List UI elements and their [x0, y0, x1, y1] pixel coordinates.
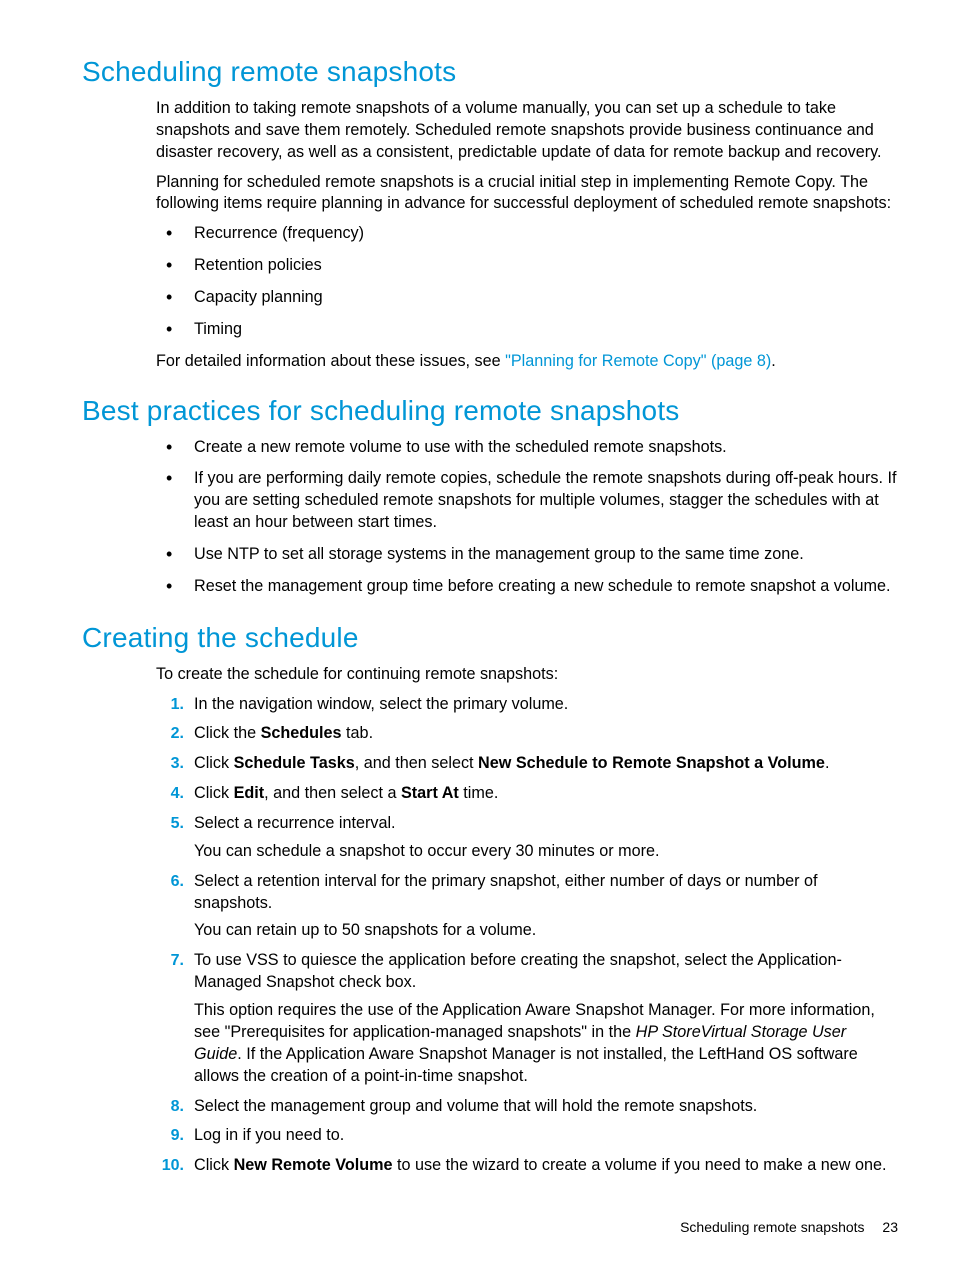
footer-title: Scheduling remote snapshots	[680, 1219, 864, 1235]
step-text: Click Schedule Tasks, and then select Ne…	[194, 754, 829, 772]
step-item: 3. Click Schedule Tasks, and then select…	[156, 753, 898, 775]
text: Click the	[194, 724, 261, 742]
text: For detailed information about these iss…	[156, 352, 505, 370]
step-number: 5.	[156, 813, 184, 835]
step-item: 10. Click New Remote Volume to use the w…	[156, 1155, 898, 1177]
text: Click	[194, 784, 234, 802]
step-item: 9. Log in if you need to.	[156, 1125, 898, 1147]
heading-scheduling-remote-snapshots: Scheduling remote snapshots	[82, 56, 898, 88]
step-text: Click the Schedules tab.	[194, 724, 373, 742]
bold: Edit	[234, 784, 265, 802]
step-text: In the navigation window, select the pri…	[194, 695, 568, 713]
step-text: Select a retention interval for the prim…	[194, 872, 818, 912]
paragraph: To create the schedule for continuing re…	[156, 664, 898, 686]
step-number: 10.	[156, 1155, 184, 1177]
step-item: 6. Select a retention interval for the p…	[156, 871, 898, 943]
step-item: 1. In the navigation window, select the …	[156, 694, 898, 716]
list-item: Timing	[156, 319, 898, 341]
bold: New Schedule to Remote Snapshot a Volume	[478, 754, 825, 772]
text: . If the Application Aware Snapshot Mana…	[194, 1045, 858, 1085]
step-number: 2.	[156, 723, 184, 745]
step-subtext: You can retain up to 50 snapshots for a …	[194, 920, 898, 942]
page: Scheduling remote snapshots In addition …	[0, 0, 954, 1271]
step-number: 3.	[156, 753, 184, 775]
step-number: 1.	[156, 694, 184, 716]
bullet-list: Create a new remote volume to use with t…	[156, 437, 898, 598]
step-item: 7. To use VSS to quiesce the application…	[156, 950, 898, 1087]
step-number: 9.	[156, 1125, 184, 1147]
text: Click	[194, 754, 234, 772]
bold: Start At	[401, 784, 459, 802]
step-item: 5. Select a recurrence interval. You can…	[156, 813, 898, 863]
step-text: Log in if you need to.	[194, 1126, 344, 1144]
step-number: 7.	[156, 950, 184, 972]
step-text: To use VSS to quiesce the application be…	[194, 951, 842, 991]
text: , and then select a	[264, 784, 401, 802]
section-body: Create a new remote volume to use with t…	[156, 437, 898, 598]
paragraph: For detailed information about these iss…	[156, 351, 898, 373]
link-planning-for-remote-copy[interactable]: "Planning for Remote Copy" (page 8)	[505, 352, 771, 370]
list-item: Recurrence (frequency)	[156, 223, 898, 245]
step-text: Select a recurrence interval.	[194, 814, 396, 832]
section-body: To create the schedule for continuing re…	[156, 664, 898, 1177]
bold: Schedules	[261, 724, 342, 742]
list-item: Create a new remote volume to use with t…	[156, 437, 898, 459]
text: .	[825, 754, 830, 772]
page-number: 23	[882, 1219, 898, 1235]
heading-best-practices: Best practices for scheduling remote sna…	[82, 395, 898, 427]
page-footer: Scheduling remote snapshots 23	[680, 1219, 898, 1235]
paragraph: Planning for scheduled remote snapshots …	[156, 172, 898, 216]
paragraph: In addition to taking remote snapshots o…	[156, 98, 898, 164]
text: .	[771, 352, 776, 370]
text: to use the wizard to create a volume if …	[393, 1156, 887, 1174]
text: , and then select	[355, 754, 478, 772]
step-number: 4.	[156, 783, 184, 805]
text: Click	[194, 1156, 234, 1174]
list-item: Capacity planning	[156, 287, 898, 309]
step-item: 2. Click the Schedules tab.	[156, 723, 898, 745]
bold: New Remote Volume	[234, 1156, 393, 1174]
step-subtext: You can schedule a snapshot to occur eve…	[194, 841, 898, 863]
text: tab.	[342, 724, 374, 742]
list-item: Use NTP to set all storage systems in th…	[156, 544, 898, 566]
step-text: Click Edit, and then select a Start At t…	[194, 784, 498, 802]
step-item: 4. Click Edit, and then select a Start A…	[156, 783, 898, 805]
step-item: 8. Select the management group and volum…	[156, 1096, 898, 1118]
heading-creating-the-schedule: Creating the schedule	[82, 622, 898, 654]
step-number: 8.	[156, 1096, 184, 1118]
text: time.	[459, 784, 499, 802]
list-item: Reset the management group time before c…	[156, 576, 898, 598]
bold: Schedule Tasks	[234, 754, 355, 772]
ordered-list: 1. In the navigation window, select the …	[156, 694, 898, 1177]
list-item: If you are performing daily remote copie…	[156, 468, 898, 534]
step-text: Click New Remote Volume to use the wizar…	[194, 1156, 887, 1174]
step-text: Select the management group and volume t…	[194, 1097, 757, 1115]
step-subtext: This option requires the use of the Appl…	[194, 1000, 898, 1087]
list-item: Retention policies	[156, 255, 898, 277]
section-body: In addition to taking remote snapshots o…	[156, 98, 898, 373]
step-number: 6.	[156, 871, 184, 893]
bullet-list: Recurrence (frequency) Retention policie…	[156, 223, 898, 340]
